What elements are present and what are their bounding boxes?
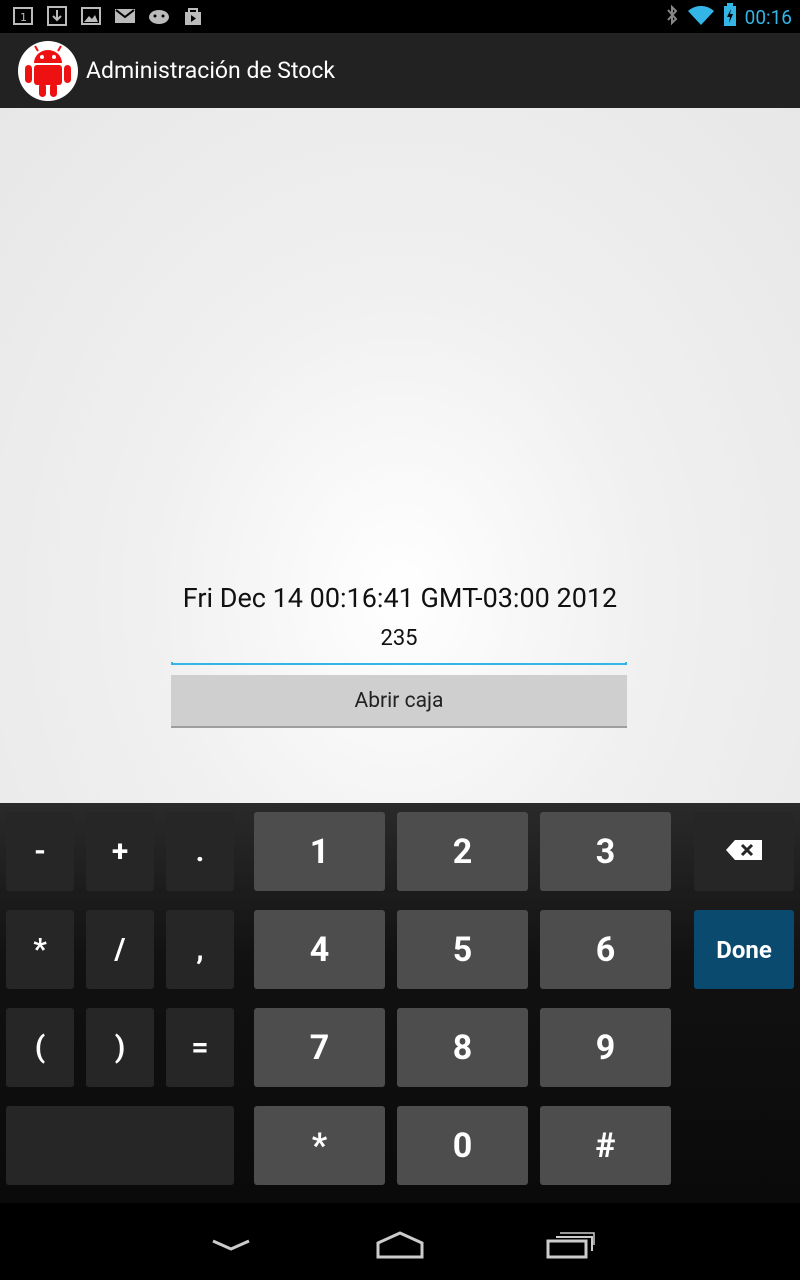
key-minus[interactable]: - <box>6 812 74 891</box>
date-label: Fri Dec 14 00:16:41 GMT-03:00 2012 <box>182 582 618 614</box>
key-period[interactable]: . <box>166 812 234 891</box>
key-star[interactable]: * <box>254 1106 385 1185</box>
bluetooth-icon <box>665 4 679 30</box>
action-bar: Administración de Stock <box>0 33 800 108</box>
sim-notification-icon: 1 <box>12 6 34 26</box>
key-close-paren[interactable]: ) <box>86 1008 154 1087</box>
key-plus[interactable]: + <box>86 812 154 891</box>
key-equals[interactable]: = <box>166 1008 234 1087</box>
key-2[interactable]: 2 <box>397 812 528 891</box>
play-store-icon <box>182 6 204 26</box>
key-5[interactable]: 5 <box>397 910 528 989</box>
numeric-keyboard: - + . 1 2 3 * / , 4 5 6 Done ( ) = 7 8 9… <box>0 803 800 1203</box>
key-3[interactable]: 3 <box>540 812 671 891</box>
open-cash-register-button[interactable]: Abrir caja <box>171 675 627 728</box>
navigation-bar <box>0 1203 800 1280</box>
gmail-icon <box>114 6 136 26</box>
recent-apps-icon[interactable] <box>541 1225 601 1265</box>
done-button[interactable]: Done <box>694 910 794 989</box>
download-icon <box>46 6 68 26</box>
back-icon[interactable] <box>201 1225 261 1265</box>
status-clock: 00:16 <box>744 5 792 29</box>
backspace-icon <box>725 834 763 869</box>
key-6[interactable]: 6 <box>540 910 671 989</box>
key-hash[interactable]: # <box>540 1106 671 1185</box>
key-1[interactable]: 1 <box>254 812 385 891</box>
app-title: Administración de Stock <box>86 57 336 84</box>
key-slash[interactable]: / <box>86 910 154 989</box>
key-asterisk[interactable]: * <box>6 910 74 989</box>
battery-charging-icon <box>723 3 737 31</box>
amount-input-underline <box>171 662 627 665</box>
wifi-icon <box>687 4 715 30</box>
amount-input[interactable]: 235 <box>171 626 627 666</box>
key-4[interactable]: 4 <box>254 910 385 989</box>
key-8[interactable]: 8 <box>397 1008 528 1087</box>
key-backspace[interactable] <box>694 812 794 891</box>
svg-text:1: 1 <box>20 11 27 24</box>
status-bar: 1 00:16 <box>0 0 800 33</box>
home-icon[interactable] <box>370 1225 430 1265</box>
key-7[interactable]: 7 <box>254 1008 385 1087</box>
image-icon <box>80 6 102 26</box>
android-robot-icon <box>148 6 170 26</box>
main-content: Fri Dec 14 00:16:41 GMT-03:00 2012 235 A… <box>0 108 800 803</box>
android-app-icon[interactable] <box>18 41 78 101</box>
key-0[interactable]: 0 <box>397 1106 528 1185</box>
key-9[interactable]: 9 <box>540 1008 671 1087</box>
key-open-paren[interactable]: ( <box>6 1008 74 1087</box>
key-comma[interactable]: , <box>166 910 234 989</box>
key-space[interactable] <box>6 1106 234 1185</box>
